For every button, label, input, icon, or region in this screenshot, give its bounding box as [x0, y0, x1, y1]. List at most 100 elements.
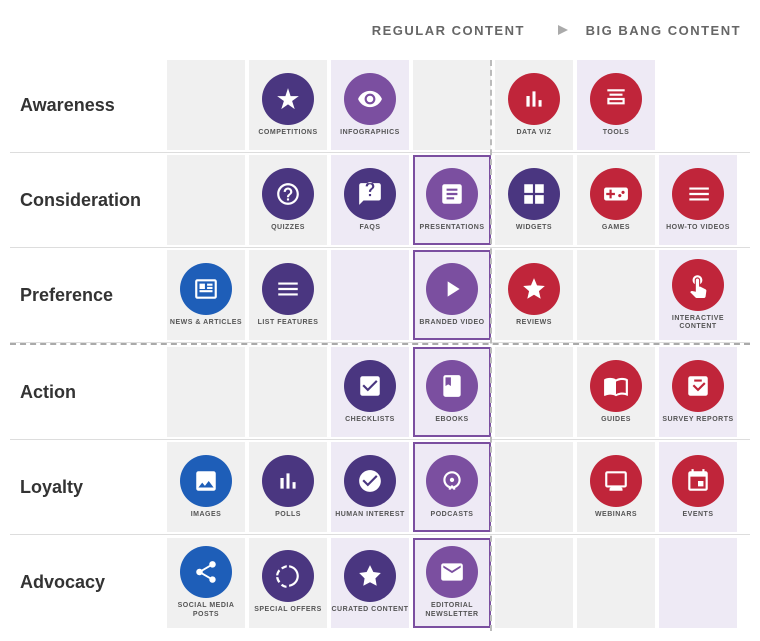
- label-preference: Preference: [10, 280, 165, 311]
- label-awareness: Awareness: [10, 90, 165, 121]
- label-consideration: Consideration: [10, 185, 165, 216]
- label-widgets: WIDGETS: [516, 224, 552, 232]
- icon-guides: [590, 360, 642, 412]
- label-listfeatures: LIST FEATURES: [258, 319, 319, 327]
- cell-checklists: CHECKLISTS: [331, 347, 409, 437]
- cell-news: NEWS & ARTICLES: [167, 250, 245, 340]
- label-events: EVENTS: [682, 511, 713, 519]
- cell-presentations: PRESENTATIONS: [413, 155, 491, 245]
- label-howto: HOW-TO VIDEOS: [666, 224, 730, 232]
- cell-empty: [331, 250, 409, 340]
- icon-offers: [262, 550, 314, 602]
- icon-curated: [344, 550, 396, 602]
- icon-checklists: [344, 360, 396, 412]
- cell-offers: SPECIAL OFFERS: [249, 538, 327, 628]
- cell-dataviz: DATA VIZ: [495, 60, 573, 150]
- label-polls: POLLS: [275, 511, 301, 519]
- icon-ebooks: [426, 360, 478, 412]
- icon-howto: [672, 168, 724, 220]
- cell-podcasts: PODCASTS: [413, 442, 491, 532]
- cell-polls: POLLS: [249, 442, 327, 532]
- vertical-divider: [490, 60, 492, 631]
- label-quizzes: QUIZZES: [271, 224, 305, 232]
- label-action: Action: [10, 377, 165, 408]
- label-tools: TOOLS: [603, 129, 629, 137]
- icon-humaninterest: [344, 455, 396, 507]
- cell-empty: [167, 155, 245, 245]
- label-podcasts: PODCASTS: [431, 511, 474, 519]
- cell-tools: TOOLS: [577, 60, 655, 150]
- header-row: REGULAR CONTENT BIG BANG CONTENT: [180, 10, 750, 50]
- cell-empty: [167, 60, 245, 150]
- label-images: IMAGES: [191, 511, 222, 519]
- header-bigbang: BIG BANG CONTENT: [577, 23, 750, 38]
- cell-humaninterest: HUMAN INTEREST: [331, 442, 409, 532]
- icon-games: [590, 168, 642, 220]
- icon-reviews: [508, 263, 560, 315]
- label-interactive: INTERACTIVE CONTENT: [659, 315, 737, 332]
- icon-webinars: [590, 455, 642, 507]
- label-competitions: COMPETITIONS: [258, 129, 317, 137]
- row-consideration: Consideration QUIZZES FAQS: [10, 153, 750, 248]
- icon-infographics: [344, 73, 396, 125]
- label-games: GAMES: [602, 224, 630, 232]
- cell-events: EVENTS: [659, 442, 737, 532]
- cell-survey: SURVEY REPORTS: [659, 347, 737, 437]
- icon-news: [180, 263, 232, 315]
- cell-widgets: WIDGETS: [495, 155, 573, 245]
- cell-empty: [495, 442, 573, 532]
- cell-quizzes: QUIZZES: [249, 155, 327, 245]
- icon-images: [180, 455, 232, 507]
- cell-reviews: REVIEWS: [495, 250, 573, 340]
- rows-container: Awareness COMPETITIONS INFOGRAPHICS: [10, 58, 750, 630]
- icon-faqs: [344, 168, 396, 220]
- label-newsletter: EDITORIAL NEWSLETTER: [415, 602, 489, 619]
- icon-tools: [590, 73, 642, 125]
- icon-social: [180, 546, 232, 598]
- label-news: NEWS & ARTICLES: [170, 319, 242, 327]
- row-loyalty: Loyalty IMAGES POLLS: [10, 440, 750, 535]
- cell-ebooks: EBOOKS: [413, 347, 491, 437]
- icon-dataviz: [508, 73, 560, 125]
- icon-widgets: [508, 168, 560, 220]
- icon-newsletter: [426, 546, 478, 598]
- row-awareness: Awareness COMPETITIONS INFOGRAPHICS: [10, 58, 750, 153]
- label-presentations: PRESENTATIONS: [420, 224, 485, 232]
- cell-images: IMAGES: [167, 442, 245, 532]
- cell-infographics: INFOGRAPHICS: [331, 60, 409, 150]
- icon-quizzes: [262, 168, 314, 220]
- row-preference: Preference NEWS & ARTICLES LIST FEATURES: [10, 248, 750, 343]
- cell-empty: [413, 60, 491, 150]
- label-loyalty: Loyalty: [10, 472, 165, 503]
- cell-brandedvideo: BRANDED VIDEO: [413, 250, 491, 340]
- label-brandedvideo: BRANDED VIDEO: [419, 319, 484, 327]
- label-social: SOCIAL MEDIA POSTS: [167, 602, 245, 619]
- cell-empty: [495, 347, 573, 437]
- label-reviews: REVIEWS: [516, 319, 552, 327]
- label-dataviz: DATA VIZ: [517, 129, 552, 137]
- icon-brandedvideo: [426, 263, 478, 315]
- cell-games: GAMES: [577, 155, 655, 245]
- cell-empty: [659, 538, 737, 628]
- label-humaninterest: HUMAN INTEREST: [335, 511, 405, 519]
- label-faqs: FAQS: [359, 224, 380, 232]
- label-infographics: INFOGRAPHICS: [340, 129, 400, 137]
- cell-empty: [577, 538, 655, 628]
- cell-empty: [249, 347, 327, 437]
- cell-empty: [577, 250, 655, 340]
- icon-listfeatures: [262, 263, 314, 315]
- label-checklists: CHECKLISTS: [345, 416, 395, 424]
- cell-empty: [495, 538, 573, 628]
- row-advocacy: Advocacy SOCIAL MEDIA POSTS SPECIAL OFFE…: [10, 535, 750, 630]
- cell-competitions: COMPETITIONS: [249, 60, 327, 150]
- cell-howto: HOW-TO VIDEOS: [659, 155, 737, 245]
- cell-curated: CURATED CONTENT: [331, 538, 409, 628]
- cell-listfeatures: LIST FEATURES: [249, 250, 327, 340]
- cell-newsletter: EDITORIAL NEWSLETTER: [413, 538, 491, 628]
- icon-survey: [672, 360, 724, 412]
- label-offers: SPECIAL OFFERS: [254, 606, 322, 614]
- label-ebooks: EBOOKS: [435, 416, 468, 424]
- label-webinars: WEBINARS: [595, 511, 637, 519]
- icon-polls: [262, 455, 314, 507]
- cell-webinars: WEBINARS: [577, 442, 655, 532]
